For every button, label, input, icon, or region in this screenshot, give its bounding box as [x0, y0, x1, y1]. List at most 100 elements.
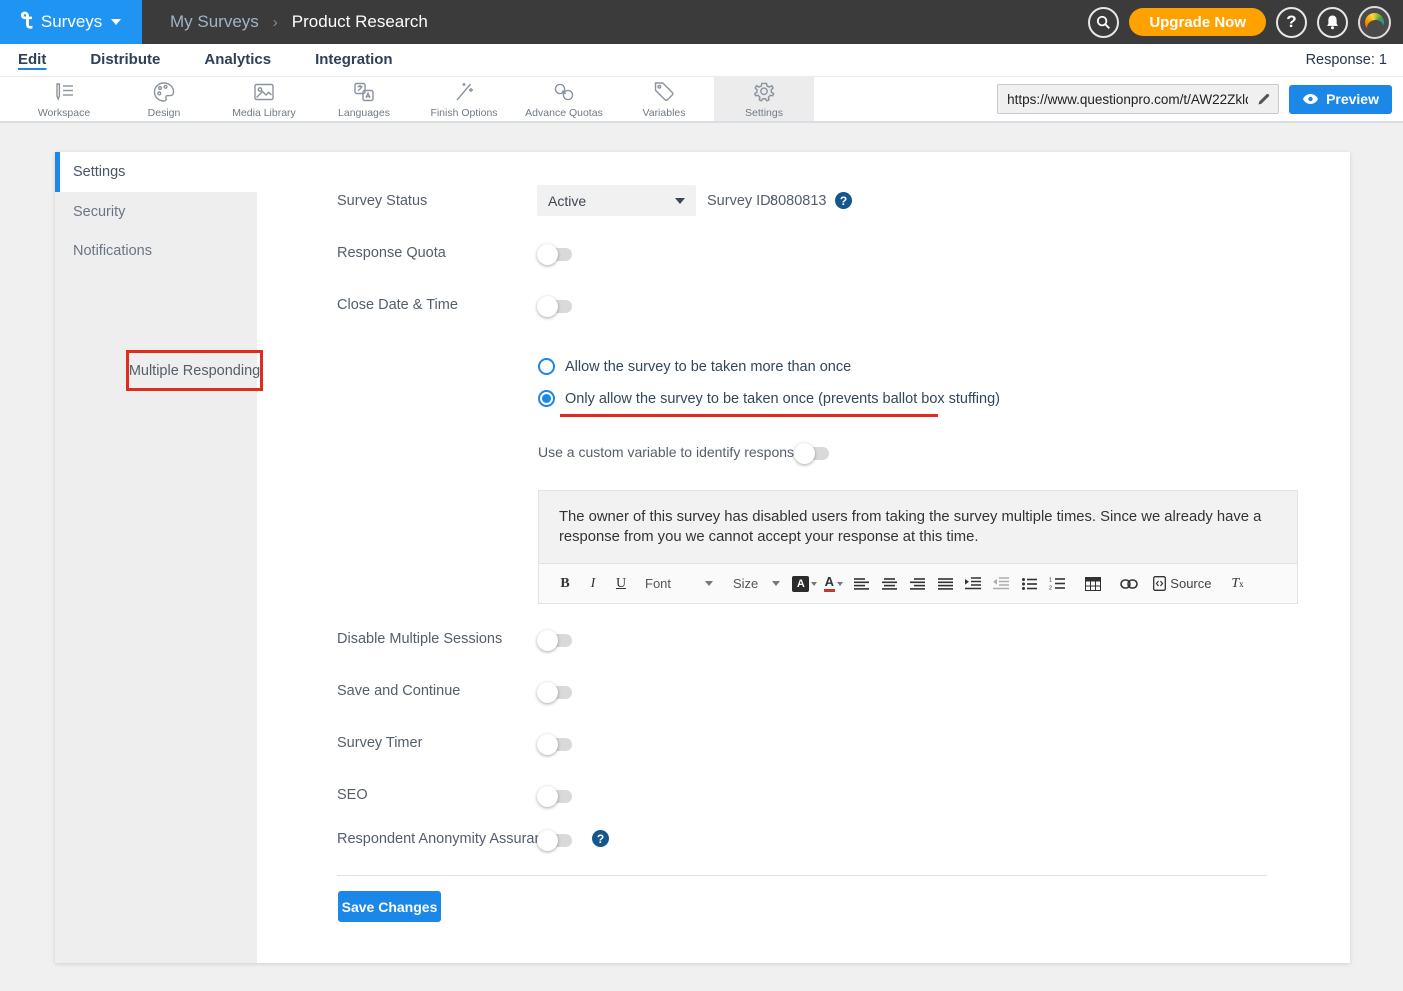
toolbar-item-finish-options[interactable]: Finish Options: [414, 77, 514, 121]
survey-id-help-icon[interactable]: ?: [835, 192, 852, 209]
media-library-icon: [251, 80, 277, 104]
disable-multiple-sessions-label: Disable Multiple Sessions: [337, 631, 502, 647]
respondent-anonymity-toggle[interactable]: [540, 834, 572, 847]
text-color-icon: A: [824, 575, 835, 592]
outdent-icon: [993, 577, 1009, 590]
edit-toolbar: Workspace Design Media Library Languages…: [0, 77, 1403, 123]
sidebar-item-security[interactable]: Security: [55, 192, 257, 231]
bell-icon: [1325, 14, 1340, 30]
edit-url-button[interactable]: [1250, 92, 1278, 106]
user-avatar[interactable]: [1358, 6, 1391, 39]
toolbar-item-media-library[interactable]: Media Library: [214, 77, 314, 121]
link-icon: [1120, 579, 1138, 589]
radio-only-once[interactable]: Only allow the survey to be taken once (…: [538, 390, 1000, 407]
font-select[interactable]: Font: [637, 571, 721, 597]
source-button[interactable]: Source: [1153, 571, 1211, 597]
save-and-continue-label: Save and Continue: [337, 683, 460, 699]
seo-label: SEO: [337, 787, 368, 803]
toolbar-right: Preview: [997, 77, 1403, 121]
response-quota-toggle[interactable]: [540, 248, 572, 261]
save-changes-button[interactable]: Save Changes: [338, 891, 441, 922]
response-count[interactable]: Response: 1: [1306, 52, 1387, 68]
help-button[interactable]: ?: [1276, 7, 1307, 38]
disabled-message-editor: The owner of this survey has disabled us…: [538, 490, 1298, 604]
radio-allow-multiple[interactable]: Allow the survey to be taken more than o…: [538, 358, 851, 375]
notifications-button[interactable]: [1317, 7, 1348, 38]
toolbar-item-languages[interactable]: Languages: [314, 77, 414, 121]
survey-timer-toggle[interactable]: [540, 738, 572, 751]
survey-url-input[interactable]: [998, 92, 1250, 107]
divider: [337, 875, 1267, 876]
align-right-icon: [910, 578, 925, 590]
settings-sidebar: Security Notifications: [55, 192, 257, 963]
design-icon: [151, 80, 177, 104]
background-color-icon: A: [792, 576, 809, 592]
search-button[interactable]: [1088, 7, 1119, 38]
bulleted-list-button[interactable]: [1017, 571, 1041, 597]
breadcrumb-my-surveys[interactable]: My Surveys: [170, 12, 259, 32]
save-and-continue-toggle[interactable]: [540, 686, 572, 699]
red-underline-annotation: [560, 414, 938, 417]
preview-button[interactable]: Preview: [1289, 85, 1392, 114]
questionpro-logo-icon: Ꝭ: [21, 11, 32, 33]
bold-button[interactable]: B: [553, 571, 577, 597]
breadcrumb-separator-icon: ›: [273, 14, 278, 31]
seo-toggle[interactable]: [540, 790, 572, 803]
custom-variable-toggle[interactable]: [797, 447, 829, 460]
upgrade-now-button[interactable]: Upgrade Now: [1129, 8, 1266, 36]
toolbar-item-advance-quotas[interactable]: Advance Quotas: [514, 77, 614, 121]
italic-button[interactable]: I: [581, 571, 605, 597]
table-icon: [1085, 577, 1101, 591]
header-actions: Upgrade Now ?: [1088, 6, 1403, 39]
align-right-button[interactable]: [905, 571, 929, 597]
search-icon: [1096, 15, 1111, 30]
survey-status-select[interactable]: Active: [537, 185, 696, 216]
response-quota-label: Response Quota: [337, 245, 446, 261]
toolbar-item-variables[interactable]: Variables: [614, 77, 714, 121]
product-switcher[interactable]: Ꝭ Surveys: [0, 0, 142, 44]
sidebar-item-notifications[interactable]: Notifications: [55, 231, 257, 270]
disable-multiple-sessions-toggle[interactable]: [540, 634, 572, 647]
tab-integration[interactable]: Integration: [315, 51, 393, 70]
align-center-button[interactable]: [877, 571, 901, 597]
toolbar-item-design[interactable]: Design: [114, 77, 214, 121]
background-color-button[interactable]: A: [792, 571, 817, 597]
chevron-down-icon: [705, 581, 713, 586]
advance-quotas-icon: [551, 80, 577, 104]
respondent-anonymity-help-icon[interactable]: ?: [592, 830, 609, 847]
survey-status-label: Survey Status: [337, 193, 427, 209]
settings-card: Settings Security Notifications Survey S…: [55, 152, 1350, 963]
align-left-button[interactable]: [849, 571, 873, 597]
remove-format-button[interactable]: Tx: [1226, 571, 1250, 597]
table-button[interactable]: [1081, 571, 1105, 597]
text-color-button[interactable]: A: [821, 571, 845, 597]
editor-toolbar: B I U Font Size A A 12 Source: [539, 563, 1297, 603]
survey-id-value: 8080813: [770, 193, 826, 209]
justify-icon: [938, 578, 953, 590]
toolbar-item-settings[interactable]: Settings: [714, 77, 814, 121]
justify-button[interactable]: [933, 571, 957, 597]
link-button[interactable]: [1117, 571, 1141, 597]
close-date-toggle[interactable]: [540, 300, 572, 313]
languages-icon: [351, 80, 377, 104]
multiple-responding-label: Multiple Responding: [129, 363, 260, 379]
underline-button[interactable]: U: [609, 571, 633, 597]
chevron-down-icon: [675, 198, 685, 204]
eye-icon: [1302, 93, 1319, 105]
outdent-button[interactable]: [989, 571, 1013, 597]
sidebar-item-settings[interactable]: Settings: [55, 152, 257, 192]
indent-icon: [965, 577, 981, 590]
size-select[interactable]: Size: [725, 571, 788, 597]
chevron-down-icon: [772, 581, 780, 586]
tab-edit[interactable]: Edit: [18, 51, 46, 70]
page: Ꝭ Surveys My Surveys › Product Research …: [0, 0, 1403, 991]
toolbar-item-workspace[interactable]: Workspace: [14, 77, 114, 121]
editor-content-area[interactable]: The owner of this survey has disabled us…: [539, 491, 1297, 563]
tab-analytics[interactable]: Analytics: [204, 51, 271, 70]
numbered-list-button[interactable]: 12: [1045, 571, 1069, 597]
nav-tabs: Edit Distribute Analytics Integration: [18, 51, 393, 70]
tab-distribute[interactable]: Distribute: [90, 51, 160, 70]
align-center-icon: [882, 578, 897, 590]
indent-button[interactable]: [961, 571, 985, 597]
multiple-responding-annotation: Multiple Responding: [126, 350, 263, 391]
